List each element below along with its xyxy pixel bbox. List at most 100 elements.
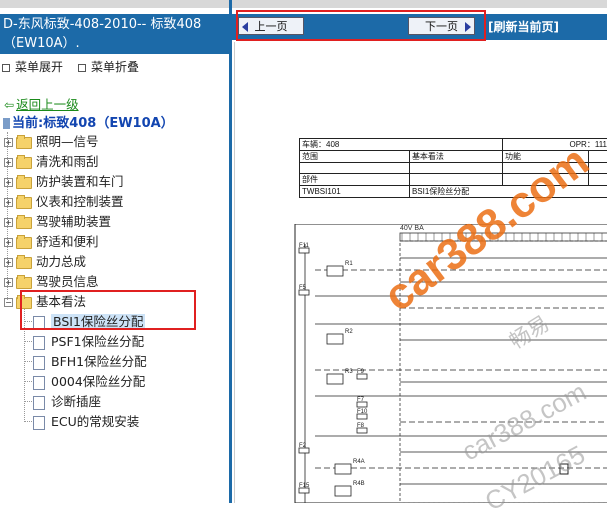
vehicle-cell: 车辆：408: [298, 138, 504, 151]
tree-doc-item[interactable]: BFH1保险丝分配: [33, 351, 147, 371]
tree-folder-item[interactable]: + 动力总成: [4, 251, 86, 271]
tree-folder-item[interactable]: + 舒适和便利: [4, 231, 99, 251]
tree-folder-label: 驾驶辅助装置: [36, 214, 112, 229]
fuse-label: R4B: [353, 481, 365, 487]
tree-folder-item[interactable]: + 防护装置和车门: [4, 171, 124, 191]
empty-cell: [299, 162, 410, 174]
highlight-box-tree: [20, 290, 196, 330]
document-icon: [33, 335, 45, 350]
right-panel: 上一页 下一页 [刷新当前页] 车辆：408 OPR：111 范围 基本看法 功…: [232, 0, 607, 516]
refresh-link[interactable]: [刷新当前页]: [488, 18, 559, 35]
fuse-symbol: [334, 485, 352, 497]
tree-folder-label: 仪表和控制装置: [36, 194, 124, 209]
scope-cell: 范围: [299, 150, 410, 163]
fuse-component: R1: [326, 261, 353, 277]
tree-folder-label: 照明—信号: [36, 134, 99, 149]
fuse-component: R4A: [334, 459, 365, 475]
folder-icon: [16, 194, 32, 209]
tree-doc-label: PSF1保险丝分配: [51, 334, 145, 349]
fuse-component: F10: [356, 409, 368, 420]
tree-folder-label: 驾驶员信息: [36, 274, 99, 289]
fuse-component: F8: [356, 423, 368, 434]
voltage-label: 40V BA: [400, 225, 424, 232]
fuse-label: F5: [299, 285, 307, 291]
tree-folder-label: 动力总成: [36, 254, 87, 269]
top-strip: [232, 0, 607, 8]
collapse-icon[interactable]: −: [4, 298, 13, 307]
tree-folder-item[interactable]: + 照明—信号: [4, 131, 99, 151]
square-icon: [78, 63, 86, 72]
tree-folder-label: 舒适和便利: [36, 234, 99, 249]
expand-icon[interactable]: +: [4, 238, 13, 247]
tree-folder-item[interactable]: + 驾驶员信息: [4, 271, 99, 291]
highlight-box-nav: [236, 10, 486, 41]
tree-folder-item[interactable]: + 驾驶辅助装置: [4, 211, 111, 231]
tree-doc-label: 0004保险丝分配: [51, 374, 146, 389]
tree-doc-item[interactable]: 0004保险丝分配: [33, 371, 145, 391]
tree-line: [24, 381, 32, 382]
empty-cell: [588, 150, 607, 163]
fuse-label: F11: [299, 243, 310, 249]
expand-icon[interactable]: +: [4, 158, 13, 167]
collapse-all-label: 菜单折叠: [91, 60, 140, 74]
document-icon: [33, 375, 45, 390]
tree-folder-item[interactable]: + 仪表和控制装置: [4, 191, 124, 211]
collapse-all-button[interactable]: 菜单折叠: [78, 58, 139, 75]
tree-folder-item[interactable]: + 清洗和雨刮: [4, 151, 99, 171]
fuse-label: F7: [357, 397, 365, 403]
folder-icon: [16, 274, 32, 289]
tree-doc-item[interactable]: PSF1保险丝分配: [33, 331, 144, 351]
top-strip: [0, 0, 229, 8]
back-link[interactable]: 返回上一级: [16, 97, 79, 112]
tree-doc-item[interactable]: ECU的常规安装: [33, 411, 139, 431]
folder-icon: [16, 134, 32, 149]
tree-line: [24, 421, 32, 422]
back-link-row[interactable]: ⇦ 返回上一级: [4, 94, 79, 113]
document-icon: [33, 415, 45, 430]
expand-all-label: 菜单展开: [15, 60, 64, 74]
empty-cell: [408, 162, 504, 174]
fuse-component: F7: [356, 397, 368, 408]
basic-cell: 基本看法: [408, 150, 504, 163]
folder-icon: [16, 154, 32, 169]
tree-line: [24, 341, 32, 342]
current-location: 当前:标致408（EW10A）: [3, 112, 174, 131]
fuse-component: F9: [356, 369, 368, 380]
document-icon: [33, 395, 45, 410]
document-viewer[interactable]: 车辆：408 OPR：111 范围 基本看法 功能 部件 TWBSI101 BS…: [234, 42, 607, 516]
vehicle-icon: [3, 118, 10, 129]
expand-icon[interactable]: +: [4, 278, 13, 287]
fuse-label: F8: [357, 423, 365, 429]
part-cell: 部件: [299, 173, 410, 186]
tree-doc-item[interactable]: 诊断插座: [33, 391, 101, 411]
fuse-label: R4A: [353, 459, 365, 465]
tree-doc-label: 诊断插座: [51, 394, 102, 409]
fuse-label: F9: [357, 369, 365, 375]
code-cell: TWBSI101: [299, 185, 410, 198]
back-arrow-icon: ⇦: [4, 98, 15, 112]
panel-title: D-东风标致-408-2010-- 标致408（EW10A）.: [0, 14, 229, 54]
expand-all-button[interactable]: 菜单展开: [2, 58, 63, 75]
fuse-label: R1: [345, 261, 353, 267]
fuse-label: F15: [299, 483, 310, 489]
tree-folder-label: 防护装置和车门: [36, 174, 124, 189]
fuse-label: R3: [345, 369, 353, 375]
tree-line: [24, 401, 32, 402]
fuse-label: F10: [357, 409, 368, 415]
square-icon: [2, 63, 10, 72]
tree-doc-label: ECU的常规安装: [51, 414, 140, 429]
fuse-label: F2: [299, 443, 307, 449]
fuse-symbol: [326, 373, 344, 385]
fuse-component: F2: [298, 443, 310, 454]
expand-icon[interactable]: +: [4, 258, 13, 267]
expand-icon[interactable]: +: [4, 138, 13, 147]
expand-icon[interactable]: +: [4, 198, 13, 207]
folder-icon: [16, 254, 32, 269]
expand-icon[interactable]: +: [4, 178, 13, 187]
expand-icon[interactable]: +: [4, 218, 13, 227]
fuse-label: R2: [345, 329, 353, 335]
fuse-component: F15: [298, 483, 310, 494]
fuse-component: R2: [326, 329, 353, 345]
fuse-symbol: [326, 265, 344, 277]
fuse-symbol: [334, 463, 352, 475]
